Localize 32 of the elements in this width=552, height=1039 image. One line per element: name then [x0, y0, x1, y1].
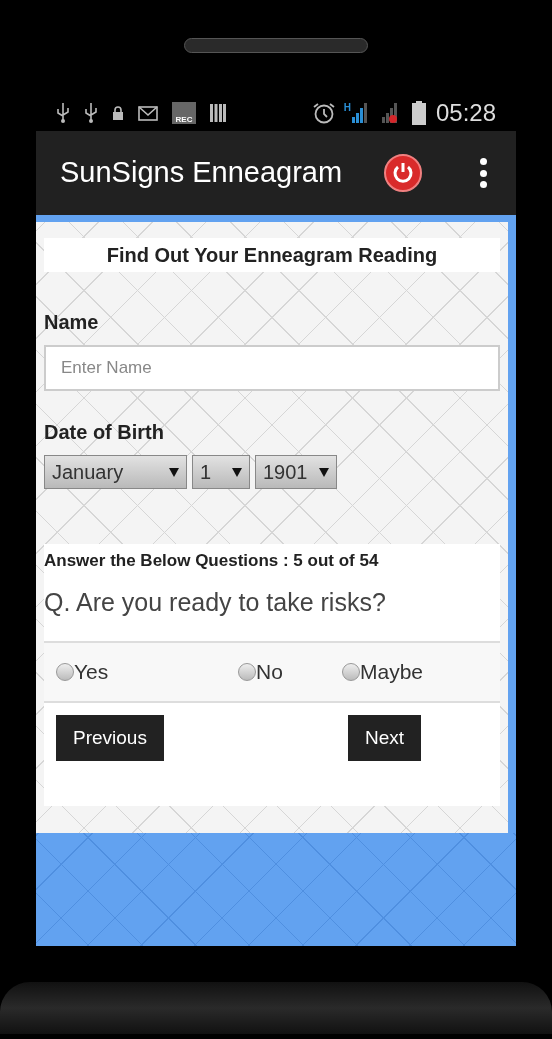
answer-radio[interactable]: Maybe: [342, 656, 482, 688]
network-type: H: [343, 103, 351, 113]
power-icon: [392, 162, 414, 184]
clock-time: 05:28: [435, 98, 496, 128]
dropdown-select[interactable]: 1901: [255, 455, 337, 489]
caret-icon: [169, 467, 179, 477]
usb-icon: [84, 103, 98, 123]
signal-icon: [351, 103, 368, 123]
date-of-birth-label: Date of Birth: [44, 420, 165, 445]
barcode-icon: [210, 104, 226, 122]
answer-radio[interactable]: No: [238, 656, 342, 688]
dropdown-select[interactable]: January: [44, 455, 187, 489]
name-label: Name: [44, 310, 100, 335]
answer-radio[interactable]: Yes: [56, 656, 238, 688]
caret-icon: [319, 467, 329, 477]
signal-icon: [381, 103, 398, 123]
dropdown-select[interactable]: 1: [192, 455, 250, 489]
lock-icon: [112, 106, 124, 120]
name-input-field[interactable]: Enter Name: [44, 345, 500, 391]
overflow-menu-button[interactable]: [478, 158, 488, 188]
app-title: SunSigns Enneagram: [60, 155, 343, 191]
caret-icon: [232, 467, 242, 477]
alarm-clock-icon: [311, 102, 336, 124]
usb-icon: [56, 103, 70, 123]
power-button[interactable]: [384, 154, 422, 192]
mail-icon: [138, 105, 158, 121]
previous-button[interactable]: Previous: [56, 715, 164, 761]
next-button[interactable]: Next: [347, 715, 421, 761]
question-text: Q. Are you ready to take risks?: [44, 586, 387, 618]
form-heading: Find Out Your Enneagram Reading: [44, 238, 500, 272]
battery-icon: [411, 101, 426, 125]
rec-label: REC: [175, 115, 193, 124]
